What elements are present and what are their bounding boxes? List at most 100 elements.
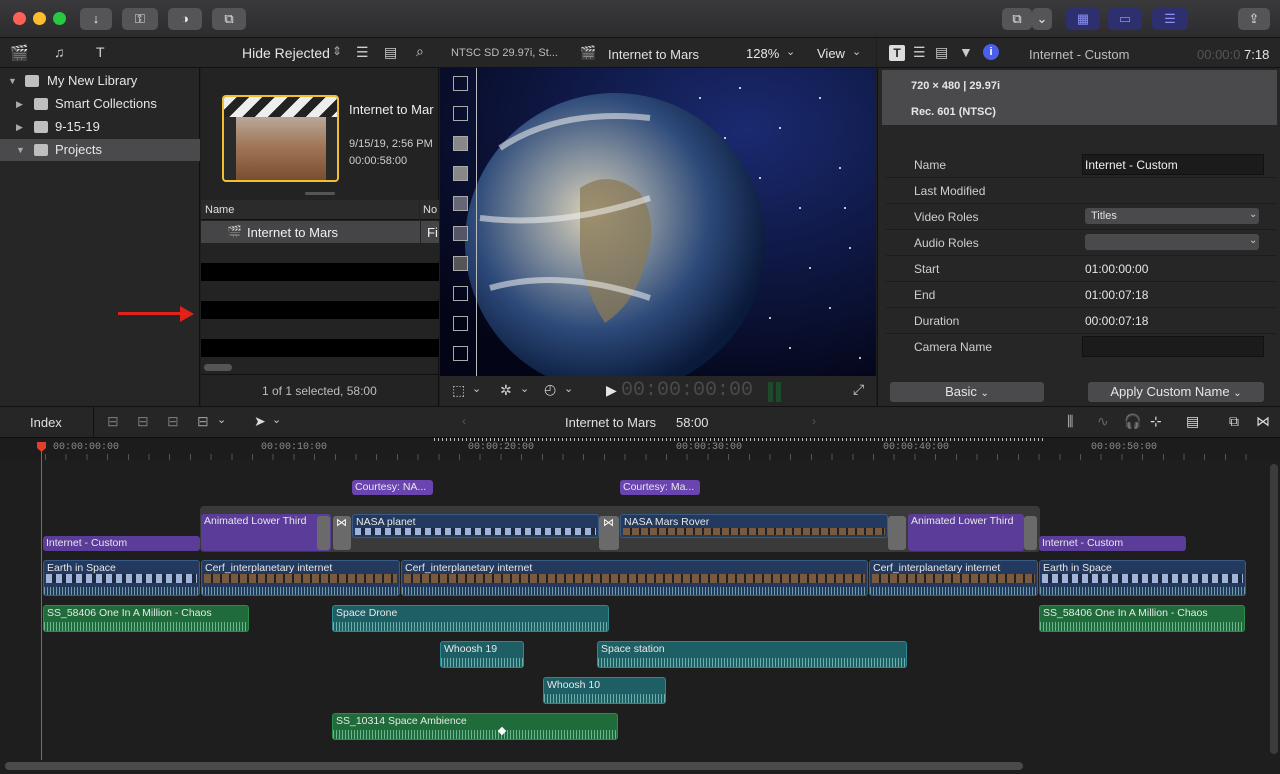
clip-filter-menu[interactable]: Hide Rejected: [242, 45, 330, 61]
music-clip[interactable]: SS_58406 One In A Million - Chaos: [1039, 605, 1245, 632]
show-browser-toggle[interactable]: ▦: [1066, 8, 1100, 30]
workspace-menu-button[interactable]: ⌄: [1032, 8, 1052, 30]
chevron-down-icon[interactable]: ⌄: [272, 413, 281, 426]
chevron-down-icon[interactable]: ⌄: [217, 413, 226, 426]
audio-roles-select[interactable]: [1085, 234, 1259, 250]
projects-item[interactable]: ▼ Projects: [0, 139, 200, 161]
snapping-icon[interactable]: ⊹: [1150, 413, 1162, 430]
search-icon[interactable]: ⌕: [416, 43, 424, 60]
audio-waveform-icon[interactable]: ∿: [1097, 413, 1109, 430]
effects-browser-icon[interactable]: ⋈: [1256, 413, 1270, 430]
libraries-icon[interactable]: 🎬: [10, 44, 29, 62]
earth-in-space-clip[interactable]: Earth in Space: [43, 560, 200, 596]
timeline-horizontal-scrollbar[interactable]: [5, 762, 1023, 770]
whoosh-19-clip[interactable]: Whoosh 19: [440, 641, 524, 668]
music-clip[interactable]: SS_58406 One In A Million - Chaos: [43, 605, 249, 632]
courtesy-nasa-clip[interactable]: Courtesy: NA...: [352, 480, 433, 495]
insert-clip-icon[interactable]: ⊟: [137, 413, 149, 430]
event-item[interactable]: ▶ 9-15-19: [0, 116, 200, 138]
list-item[interactable]: 🎬 Internet to Mars Fi: [201, 221, 439, 243]
background-tasks-button[interactable]: ◑: [168, 8, 202, 30]
show-timeline-toggle[interactable]: ▭: [1108, 8, 1142, 30]
transition-handle[interactable]: [317, 516, 330, 550]
timecode-display[interactable]: 00:00:00:00: [621, 379, 753, 402]
share-button[interactable]: ⇪: [1238, 8, 1270, 30]
resize-handle[interactable]: [305, 192, 335, 195]
overwrite-clip-icon[interactable]: ⊟: [197, 413, 209, 430]
lower-third-clip[interactable]: Animated Lower Third: [201, 514, 331, 551]
import-button[interactable]: ↓: [80, 8, 112, 30]
earth-in-space-clip[interactable]: Earth in Space: [1039, 560, 1246, 596]
mars-rover-clip[interactable]: NASA Mars Rover: [620, 514, 888, 538]
space-drone-clip[interactable]: Space Drone: [332, 605, 609, 632]
text-inspector-icon[interactable]: ☰: [913, 44, 926, 61]
clip-appearance-icon[interactable]: ☰: [356, 44, 369, 61]
timeline-tracks[interactable]: Courtesy: NA... Courtesy: Ma... Animated…: [0, 460, 1280, 760]
video-inspector-icon[interactable]: ▤: [935, 44, 948, 61]
speed-gauge-icon[interactable]: ◴: [544, 381, 556, 398]
select-tool-icon[interactable]: ➤: [254, 413, 266, 430]
custom-title-clip[interactable]: Internet - Custom: [43, 536, 200, 551]
play-icon[interactable]: ▶: [606, 382, 617, 399]
minimize-window-button[interactable]: [33, 12, 46, 25]
disclosure-down-icon[interactable]: ▼: [16, 139, 25, 161]
column-header-notes[interactable]: No: [420, 200, 439, 220]
titles-generators-icon[interactable]: T: [96, 44, 105, 60]
chevron-down-icon[interactable]: ⌄: [472, 382, 481, 395]
transition-handle[interactable]: [888, 516, 906, 550]
disclosure-right-icon[interactable]: ▶: [16, 116, 23, 138]
whoosh-10-clip[interactable]: Whoosh 10: [543, 677, 666, 704]
timeline-index-icon[interactable]: ⧉: [1229, 413, 1239, 430]
timeline-index-button[interactable]: Index: [30, 415, 62, 430]
courtesy-mars-clip[interactable]: Courtesy: Ma...: [620, 480, 700, 495]
zoom-window-button[interactable]: [53, 12, 66, 25]
disclosure-right-icon[interactable]: ▶: [16, 93, 23, 115]
nasa-planet-clip[interactable]: NASA planet: [352, 514, 599, 538]
clip-appearance-icon[interactable]: ▤: [1186, 413, 1199, 430]
video-waveform-icon[interactable]: ⫼: [1067, 413, 1073, 430]
cerf-clip[interactable]: Cerf_interplanetary internet: [201, 560, 400, 596]
vertical-scrollbar[interactable]: [1270, 464, 1278, 754]
workspace-button[interactable]: ⧉: [1002, 8, 1032, 30]
view-menu[interactable]: View: [817, 46, 845, 61]
horizontal-scrollbar[interactable]: [204, 364, 232, 371]
lower-third-clip[interactable]: Animated Lower Third: [908, 514, 1024, 551]
cerf-clip[interactable]: Cerf_interplanetary internet: [401, 560, 868, 596]
share-project-button[interactable]: ⧉: [212, 8, 246, 30]
show-inspector-toggle[interactable]: ☰: [1152, 8, 1188, 30]
transition-handle[interactable]: [1024, 516, 1037, 550]
enhance-wand-icon[interactable]: ✲: [500, 382, 512, 399]
photos-audio-icon[interactable]: ♫: [54, 44, 65, 60]
fullscreen-icon[interactable]: ⤢: [853, 381, 864, 398]
cross-dissolve-transition[interactable]: ⋈: [333, 516, 351, 550]
forward-arrow-icon[interactable]: ›: [812, 414, 816, 428]
video-roles-select[interactable]: Titles: [1085, 208, 1259, 224]
cerf-clip[interactable]: Cerf_interplanetary internet: [869, 560, 1038, 596]
smart-collections-item[interactable]: ▶ Smart Collections: [0, 93, 200, 115]
space-ambience-clip[interactable]: SS_10314 Space Ambience: [332, 713, 618, 740]
library-item[interactable]: ▼ My New Library: [0, 70, 200, 92]
disclosure-down-icon[interactable]: ▼: [8, 70, 17, 92]
camera-name-field[interactable]: [1082, 336, 1264, 357]
filmstrip-icon[interactable]: ▤: [384, 44, 397, 61]
viewer-canvas[interactable]: [440, 68, 876, 376]
column-header-name[interactable]: Name: [201, 200, 419, 220]
timeline-ruler[interactable]: 00:00:00:00 00:00:10:00 00:00:20:00 00:0…: [0, 438, 1280, 460]
headphones-icon[interactable]: 🎧: [1124, 413, 1141, 430]
metadata-view-button[interactable]: Basic ⌄: [890, 382, 1044, 402]
project-thumbnail[interactable]: [222, 95, 339, 182]
back-arrow-icon[interactable]: ‹: [462, 414, 466, 428]
color-inspector-icon[interactable]: ▼: [959, 44, 973, 60]
chevron-down-icon[interactable]: ⌄: [564, 382, 573, 395]
close-window-button[interactable]: [13, 12, 26, 25]
connect-clip-icon[interactable]: ⊟: [107, 413, 119, 430]
info-inspector-icon[interactable]: i: [983, 44, 999, 60]
apply-custom-name-button[interactable]: Apply Custom Name ⌄: [1088, 382, 1264, 402]
keywords-button[interactable]: ⚿: [122, 8, 158, 30]
playhead[interactable]: [41, 444, 42, 760]
title-inspector-icon[interactable]: T: [889, 45, 905, 61]
zoom-menu[interactable]: 128%: [746, 46, 779, 61]
space-station-clip[interactable]: Space station: [597, 641, 907, 668]
custom-title-clip[interactable]: Internet - Custom: [1039, 536, 1186, 551]
chevron-down-icon[interactable]: ⌄: [520, 382, 529, 395]
